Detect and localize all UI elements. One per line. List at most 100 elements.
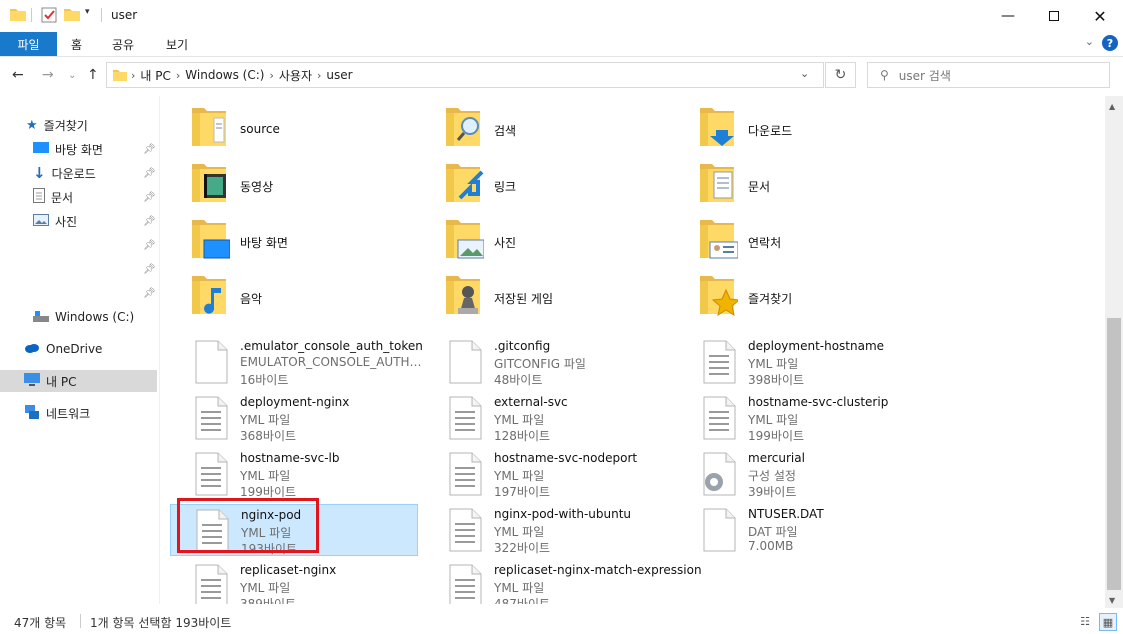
file-item[interactable]: .gitconfig GITCONFIG 파일 48바이트	[424, 336, 672, 388]
folder-item[interactable]: 다운로드	[678, 100, 926, 152]
sidebar-item-network[interactable]: 네트워크	[0, 402, 157, 424]
file-item[interactable]: mercurial 구성 설정 39바이트	[678, 448, 926, 500]
file-item[interactable]: deployment-nginx YML 파일 368바이트	[170, 392, 418, 444]
folder-favorites-icon	[700, 272, 741, 317]
item-name: 바탕 화면	[240, 236, 288, 250]
up-button[interactable]: ↑	[87, 67, 99, 83]
folder-doc-icon	[192, 104, 230, 148]
file-item[interactable]: hostname-svc-lb YML 파일 199바이트	[170, 448, 418, 500]
blank-file-icon	[700, 508, 738, 552]
scroll-up-icon[interactable]: ▲	[1109, 102, 1115, 111]
item-type: YML 파일	[494, 413, 545, 427]
forward-button[interactable]: →	[42, 67, 54, 83]
sidebar-item-this-pc[interactable]: 내 PC	[0, 370, 157, 392]
pin-icon[interactable]: 📌︎	[143, 264, 156, 275]
search-input[interactable]: ⚲ user 검색	[867, 62, 1110, 88]
close-button[interactable]: ✕	[1077, 0, 1123, 32]
minimize-button[interactable]: —	[985, 0, 1031, 32]
pin-icon[interactable]: 📌︎	[143, 216, 156, 227]
folder-pictures-icon	[446, 216, 485, 260]
item-name: external-svc	[494, 395, 568, 409]
sidebar-item-drive-c[interactable]: Windows (C:)	[0, 306, 157, 328]
pin-icon[interactable]: 📌︎	[143, 288, 156, 299]
item-name: 동영상	[240, 180, 274, 194]
item-type: YML 파일	[748, 413, 799, 427]
file-item[interactable]: hostname-svc-clusterip YML 파일 199바이트	[678, 392, 926, 444]
folder-item[interactable]: source	[170, 100, 418, 152]
folder-item[interactable]: 검색	[424, 100, 672, 152]
details-view-icon[interactable]: ☷	[1077, 613, 1093, 629]
text-file-icon	[446, 396, 484, 440]
ribbon-tabs: 파일 홈 공유 보기 ⌄ ?	[0, 32, 1123, 57]
folder-item[interactable]: 바탕 화면	[170, 212, 418, 264]
breadcrumb-users[interactable]: 사용자	[279, 67, 312, 84]
breadcrumb-user[interactable]: user	[326, 68, 352, 82]
file-item[interactable]: nginx-pod-with-ubuntu YML 파일 322바이트	[424, 504, 672, 556]
large-icons-view-icon[interactable]: ▦	[1099, 613, 1117, 631]
text-file-icon	[446, 508, 484, 552]
address-dropdown-icon[interactable]: ⌄	[800, 67, 809, 80]
breadcrumb-this-pc[interactable]: 내 PC	[140, 67, 170, 84]
folder-video-icon	[192, 160, 230, 204]
sidebar-item-label: 네트워크	[46, 406, 91, 421]
back-button[interactable]: ←	[12, 67, 24, 83]
item-name: deployment-hostname	[748, 339, 885, 353]
document-icon	[33, 188, 45, 206]
tab-file[interactable]: 파일	[0, 32, 57, 56]
pin-icon[interactable]: 📌︎	[143, 168, 156, 179]
sidebar-item-desktop[interactable]: 바탕 화면	[0, 138, 157, 160]
tab-view[interactable]: 보기	[166, 32, 188, 56]
recent-locations-icon[interactable]: ⌄	[68, 70, 76, 81]
pin-icon[interactable]: 📌︎	[143, 240, 156, 251]
file-item[interactable]: NTUSER.DAT DAT 파일 7.00MB	[678, 504, 926, 556]
scroll-down-icon[interactable]: ▼	[1109, 596, 1115, 605]
sidebar-item-downloads[interactable]: ↓ 다운로드	[0, 162, 157, 184]
scroll-thumb[interactable]	[1107, 318, 1121, 590]
vertical-scrollbar[interactable]: ▲ ▼	[1105, 96, 1123, 608]
folder-item[interactable]: 음악	[170, 268, 418, 320]
folder-item[interactable]: 저장된 게임	[424, 268, 672, 320]
sidebar-item-quick-access[interactable]: ★ 즐겨찾기	[0, 114, 157, 136]
item-size: 16바이트	[240, 373, 289, 387]
item-size: 197바이트	[494, 485, 551, 499]
settings-file-icon	[700, 452, 738, 496]
maximize-button[interactable]	[1031, 0, 1077, 32]
drive-icon	[33, 310, 49, 325]
folder-item[interactable]: 문서	[678, 156, 926, 208]
folder-item[interactable]: 사진	[424, 212, 672, 264]
sidebar-item-onedrive[interactable]: OneDrive	[0, 338, 157, 360]
tab-share[interactable]: 공유	[112, 32, 134, 56]
folder-item[interactable]: 연락처	[678, 212, 926, 264]
properties-icon[interactable]	[41, 7, 57, 23]
pin-icon[interactable]: 📌︎	[143, 144, 156, 155]
folder-item[interactable]: 즐겨찾기	[678, 268, 926, 320]
sidebar-item-pictures[interactable]: 사진	[0, 210, 157, 232]
pin-icon[interactable]: 📌︎	[143, 192, 156, 203]
blank-file-icon	[446, 340, 484, 384]
breadcrumb-drive[interactable]: Windows (C:)	[185, 68, 264, 82]
sidebar-item-label: 바탕 화면	[55, 142, 103, 157]
sidebar-item-label: 즐겨찾기	[43, 118, 88, 133]
item-size: 39바이트	[748, 485, 797, 499]
sidebar-item-documents[interactable]: 문서	[0, 186, 157, 208]
item-type: YML 파일	[748, 357, 799, 371]
file-item[interactable]: deployment-hostname YML 파일 398바이트	[678, 336, 926, 388]
file-item[interactable]: replicaset-nginx YML 파일 389바이트	[170, 560, 418, 604]
tab-home[interactable]: 홈	[71, 32, 82, 56]
folder-item[interactable]: 링크	[424, 156, 672, 208]
customize-qa-dropdown-icon[interactable]: ▾	[85, 7, 90, 17]
file-item[interactable]: .emulator_console_auth_token EMULATOR_CON…	[170, 336, 425, 388]
title-divider	[101, 8, 102, 22]
refresh-button[interactable]: ↻	[825, 62, 856, 88]
file-item[interactable]: replicaset-nginx-match-expression YML 파일 4…	[424, 560, 702, 604]
download-arrow-icon: ↓	[33, 164, 46, 182]
help-icon[interactable]: ?	[1102, 35, 1118, 51]
new-folder-icon[interactable]	[64, 7, 80, 21]
file-item[interactable]: external-svc YML 파일 128바이트	[424, 392, 672, 444]
address-bar[interactable]: › 내 PC › Windows (C:) › 사용자 › user	[106, 62, 824, 88]
status-divider	[80, 614, 81, 628]
expand-ribbon-icon[interactable]: ⌄	[1085, 35, 1094, 48]
file-item[interactable]: hostname-svc-nodeport YML 파일 197바이트	[424, 448, 672, 500]
folder-music-icon	[192, 272, 230, 316]
folder-item[interactable]: 동영상	[170, 156, 418, 208]
